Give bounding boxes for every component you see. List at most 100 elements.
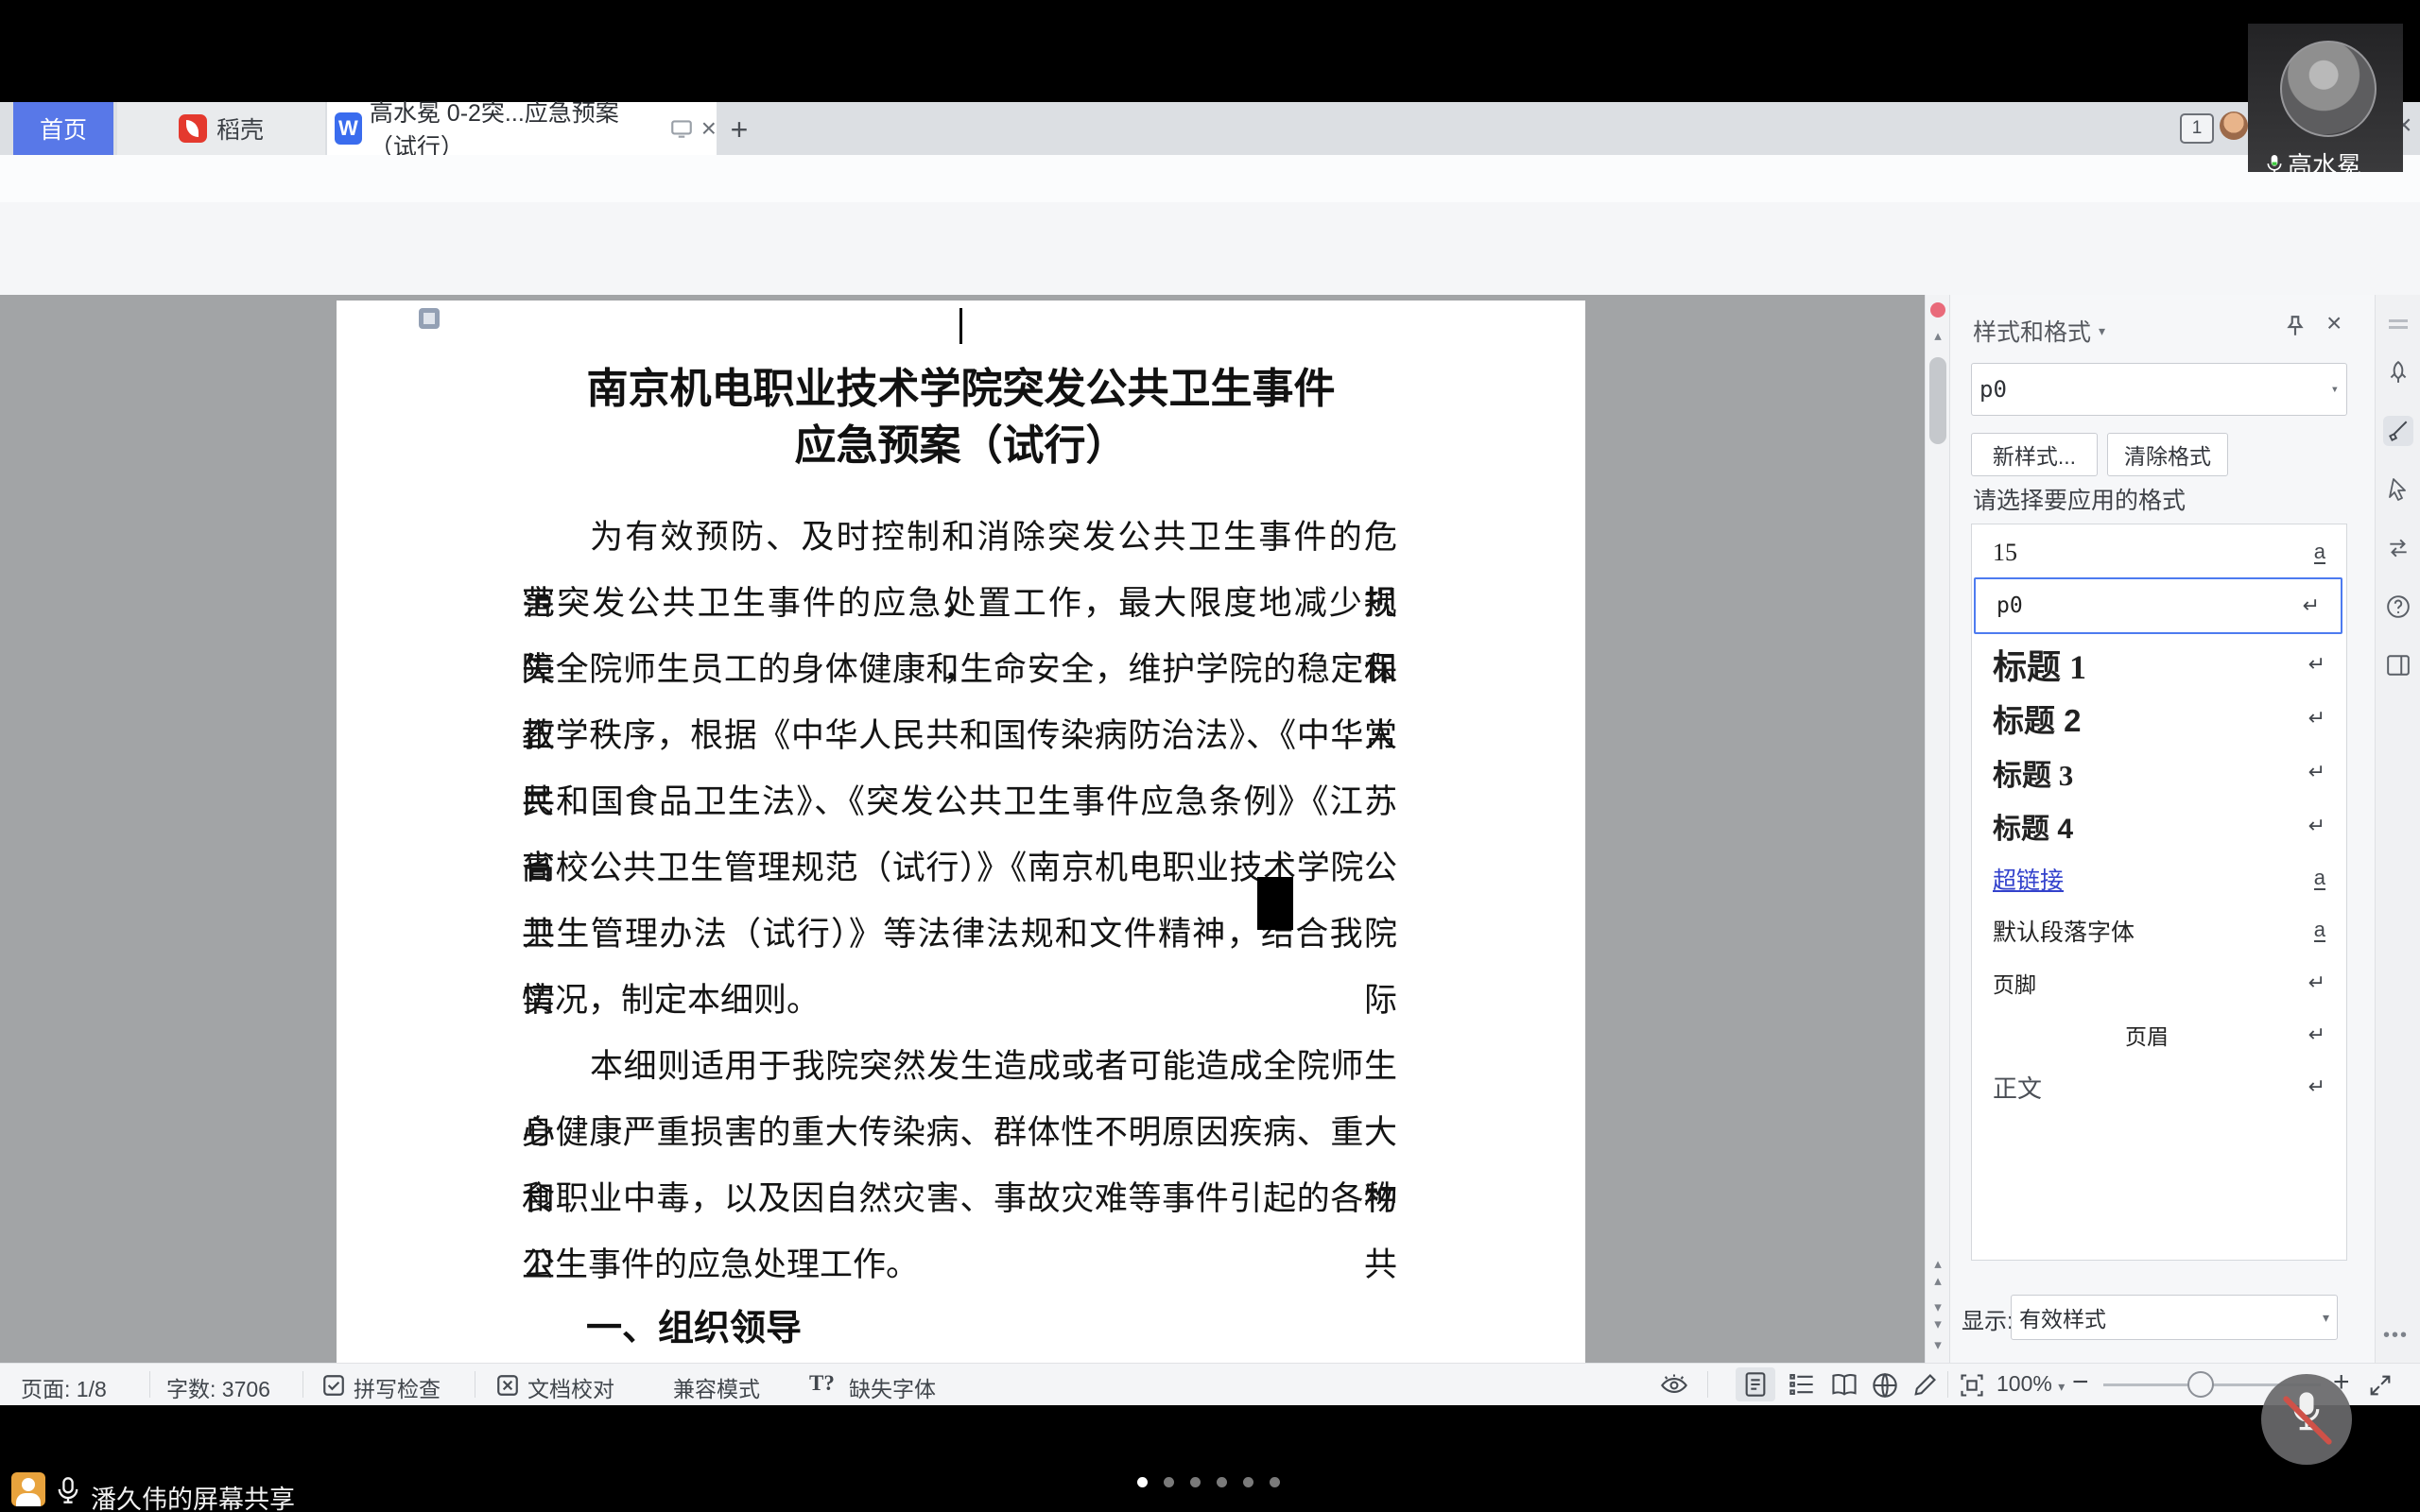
style-item-heading3[interactable]: 标题 3 ↵ <box>1972 746 2346 799</box>
style-item-heading4[interactable]: 标题 4 ↵ <box>1972 799 2346 852</box>
carousel-dot-active[interactable] <box>1137 1477 1148 1487</box>
sidebar-handle[interactable] <box>2389 319 2408 322</box>
zoom-level[interactable]: 100% ▾ <box>1996 1371 2065 1397</box>
body-line: 范突发公共卫生事件的应急处置工作，最大限度地减少损失，保 <box>522 571 1397 637</box>
pin-icon[interactable] <box>2283 314 2308 338</box>
style-item-label: 15 <box>1993 539 2017 567</box>
participant-video-tile[interactable]: 高水冕 <box>2248 24 2403 172</box>
style-item-label: 超链接 <box>1993 862 2064 896</box>
document-title[interactable]: 南京机电职业技术学院突发公共卫生事件 应急预案（试行） <box>337 361 1585 474</box>
paragraph-style-marker: ↵ <box>2308 814 2325 838</box>
style-item-body[interactable]: 正文 ↵ <box>1972 1061 2346 1112</box>
new-tab-button[interactable]: + <box>720 112 758 147</box>
tab-document-title: 高水冕 0-2突...应急预案（试行） <box>370 94 662 163</box>
document-canvas[interactable]: 南京机电职业技术学院突发公共卫生事件 应急预案（试行） 为有效预防、及时控制和消… <box>0 295 1925 1363</box>
wps-tab-bar: 首页 稻壳 W 高水冕 0-2突...应急预案（试行） × + <box>0 102 2420 155</box>
tab-home[interactable]: 首页 <box>13 102 113 155</box>
word-count[interactable]: 字数: 3706 <box>166 1371 270 1403</box>
style-item-label: 标题 3 <box>1993 751 2073 794</box>
help-icon[interactable] <box>2383 592 2413 622</box>
style-item-heading2[interactable]: 标题 2 ↵ <box>1972 692 2346 745</box>
style-item-p0-selected[interactable]: p0 ↵ <box>1974 577 2342 634</box>
scroll-down-icon[interactable]: ▾ <box>1926 1336 1950 1353</box>
scroll-up-icon[interactable]: ▴ <box>1926 327 1950 344</box>
paragraph-style-marker: ↵ <box>2308 760 2325 784</box>
current-style-value: p0 <box>1979 376 2007 403</box>
cursor-block-overlay <box>1257 877 1293 930</box>
menu-bar: 文件 ▾ ↺▾ ↻ ▾ 开始 插入 页面布局 引用 审阅 视图 章节 开发工具 … <box>0 155 2420 203</box>
docer-leaf-icon <box>179 114 207 143</box>
paragraph-style-marker: ↵ <box>2308 1074 2325 1099</box>
assistant-badge-icon[interactable] <box>1930 302 1945 318</box>
show-style-value: 有效样式 <box>2019 1301 2106 1333</box>
zoom-out-icon[interactable]: − <box>2072 1371 2089 1394</box>
style-item-label: 页脚 <box>1993 967 2036 999</box>
previous-page-icon[interactable]: ▴▴ <box>1926 1255 1950 1289</box>
style-item-hyperlink[interactable]: 超链接 a <box>1972 853 2346 904</box>
carousel-dot[interactable] <box>1164 1477 1174 1487</box>
char-style-marker: a <box>2314 919 2325 942</box>
read-mode-icon[interactable] <box>1830 1372 1858 1397</box>
tab-close-icon[interactable]: × <box>701 113 717 144</box>
tab-home-label: 首页 <box>40 112 87 146</box>
page-indicator[interactable]: 页面: 1/8 <box>21 1371 107 1403</box>
zoom-slider-thumb[interactable] <box>2187 1371 2214 1398</box>
panel-layout-icon[interactable] <box>2383 650 2413 680</box>
outline-view-icon[interactable] <box>1789 1372 1815 1397</box>
format-prompt-label: 请选择要应用的格式 <box>1973 482 2186 516</box>
panel-close-icon[interactable]: × <box>2326 308 2342 338</box>
body-line: 和职业中毒，以及因自然灾害、事故灾难等事件引起的各种公共 <box>522 1166 1397 1232</box>
document-scrollbar[interactable]: ▴ ▴▴ ▾▾ ▾ <box>1925 295 1950 1363</box>
page-view-icon[interactable] <box>1736 1367 1775 1401</box>
window-count-badge[interactable]: 1 <box>2180 113 2214 144</box>
presenter-avatar <box>11 1472 45 1506</box>
cursor-icon[interactable] <box>2383 474 2413 505</box>
ink-mode-icon[interactable] <box>1911 1372 1938 1399</box>
body-line: 障全院师生员工的身体健康和生命安全，维护学院的稳定和正常 <box>522 637 1397 703</box>
web-layout-icon[interactable] <box>1872 1372 1898 1399</box>
carousel-dot[interactable] <box>1217 1477 1227 1487</box>
paragraph-style-marker: ↵ <box>2308 971 2325 995</box>
spellcheck-label[interactable]: 拼写检查 <box>354 1371 441 1403</box>
account-avatar[interactable] <box>2220 112 2248 140</box>
show-style-select[interactable]: 有效样式▾ <box>2011 1295 2338 1340</box>
style-item-header[interactable]: 页眉 ↵ <box>1972 1009 2346 1060</box>
new-style-button[interactable]: 新样式... <box>1971 433 2098 476</box>
style-item-15[interactable]: 15 a <box>1972 530 2346 576</box>
proofread-label[interactable]: 文档校对 <box>527 1371 614 1403</box>
missing-font-label[interactable]: 缺失字体 <box>849 1371 936 1403</box>
proofread-icon <box>495 1373 520 1398</box>
clear-format-button[interactable]: 清除格式 <box>2107 433 2228 476</box>
carousel-dot[interactable] <box>1243 1477 1253 1487</box>
mute-button[interactable] <box>2261 1374 2352 1465</box>
document-page[interactable]: 南京机电职业技术学院突发公共卫生事件 应急预案（试行） 为有效预防、及时控制和消… <box>337 301 1585 1363</box>
style-item-label: 标题 2 <box>1993 696 2082 741</box>
panel-title[interactable]: 样式和格式▾ <box>1973 314 2105 348</box>
style-item-label: p0 <box>1996 593 2023 618</box>
sidebar-more-icon[interactable]: ••• <box>2383 1325 2409 1347</box>
tab-document[interactable]: W 高水冕 0-2突...应急预案（试行） × <box>327 102 717 155</box>
fit-page-icon[interactable] <box>1959 1372 1985 1399</box>
rocket-icon[interactable] <box>2383 357 2413 387</box>
style-item-label: 页眉 <box>2125 1019 2169 1051</box>
participant-mic-icon <box>2265 153 2284 173</box>
next-page-icon[interactable]: ▾▾ <box>1926 1298 1950 1332</box>
current-style-select[interactable]: p0▾ <box>1971 363 2347 416</box>
compat-mode-label[interactable]: 兼容模式 <box>673 1371 760 1403</box>
eye-protect-icon[interactable] <box>1660 1372 1688 1399</box>
tab-docer[interactable]: 稻壳 <box>117 102 325 155</box>
wps-writer-icon: W <box>335 112 362 145</box>
style-item-label: 标题 4 <box>1993 805 2073 847</box>
styles-list: 15 a p0 ↵ 标题 1 ↵ 标题 2 ↵ 标题 3 ↵ 标题 4 ↵ 超链… <box>1971 524 2347 1261</box>
scrollbar-thumb[interactable] <box>1929 357 1946 444</box>
carousel-dot[interactable] <box>1190 1477 1201 1487</box>
style-item-footer[interactable]: 页脚 ↵ <box>1972 957 2346 1008</box>
format-brush-icon[interactable] <box>2383 416 2413 446</box>
ribbon: 粘贴 ▾ 剪切 复制 格式刷 黑体▾ 二号▾ A⁺ A⁻ wén文 ▾ B I … <box>0 202 2420 296</box>
fullscreen-icon[interactable] <box>2367 1372 2394 1399</box>
style-item-heading1[interactable]: 标题 1 ↵ <box>1972 638 2346 691</box>
carousel-dot[interactable] <box>1270 1477 1280 1487</box>
swap-icon[interactable] <box>2383 533 2413 563</box>
status-bar: 页面: 1/8 字数: 3706 拼写检查 文档校对 兼容模式 T? 缺失字体 <box>0 1363 2420 1406</box>
style-item-default-font[interactable]: 默认段落字体 a <box>1972 905 2346 956</box>
